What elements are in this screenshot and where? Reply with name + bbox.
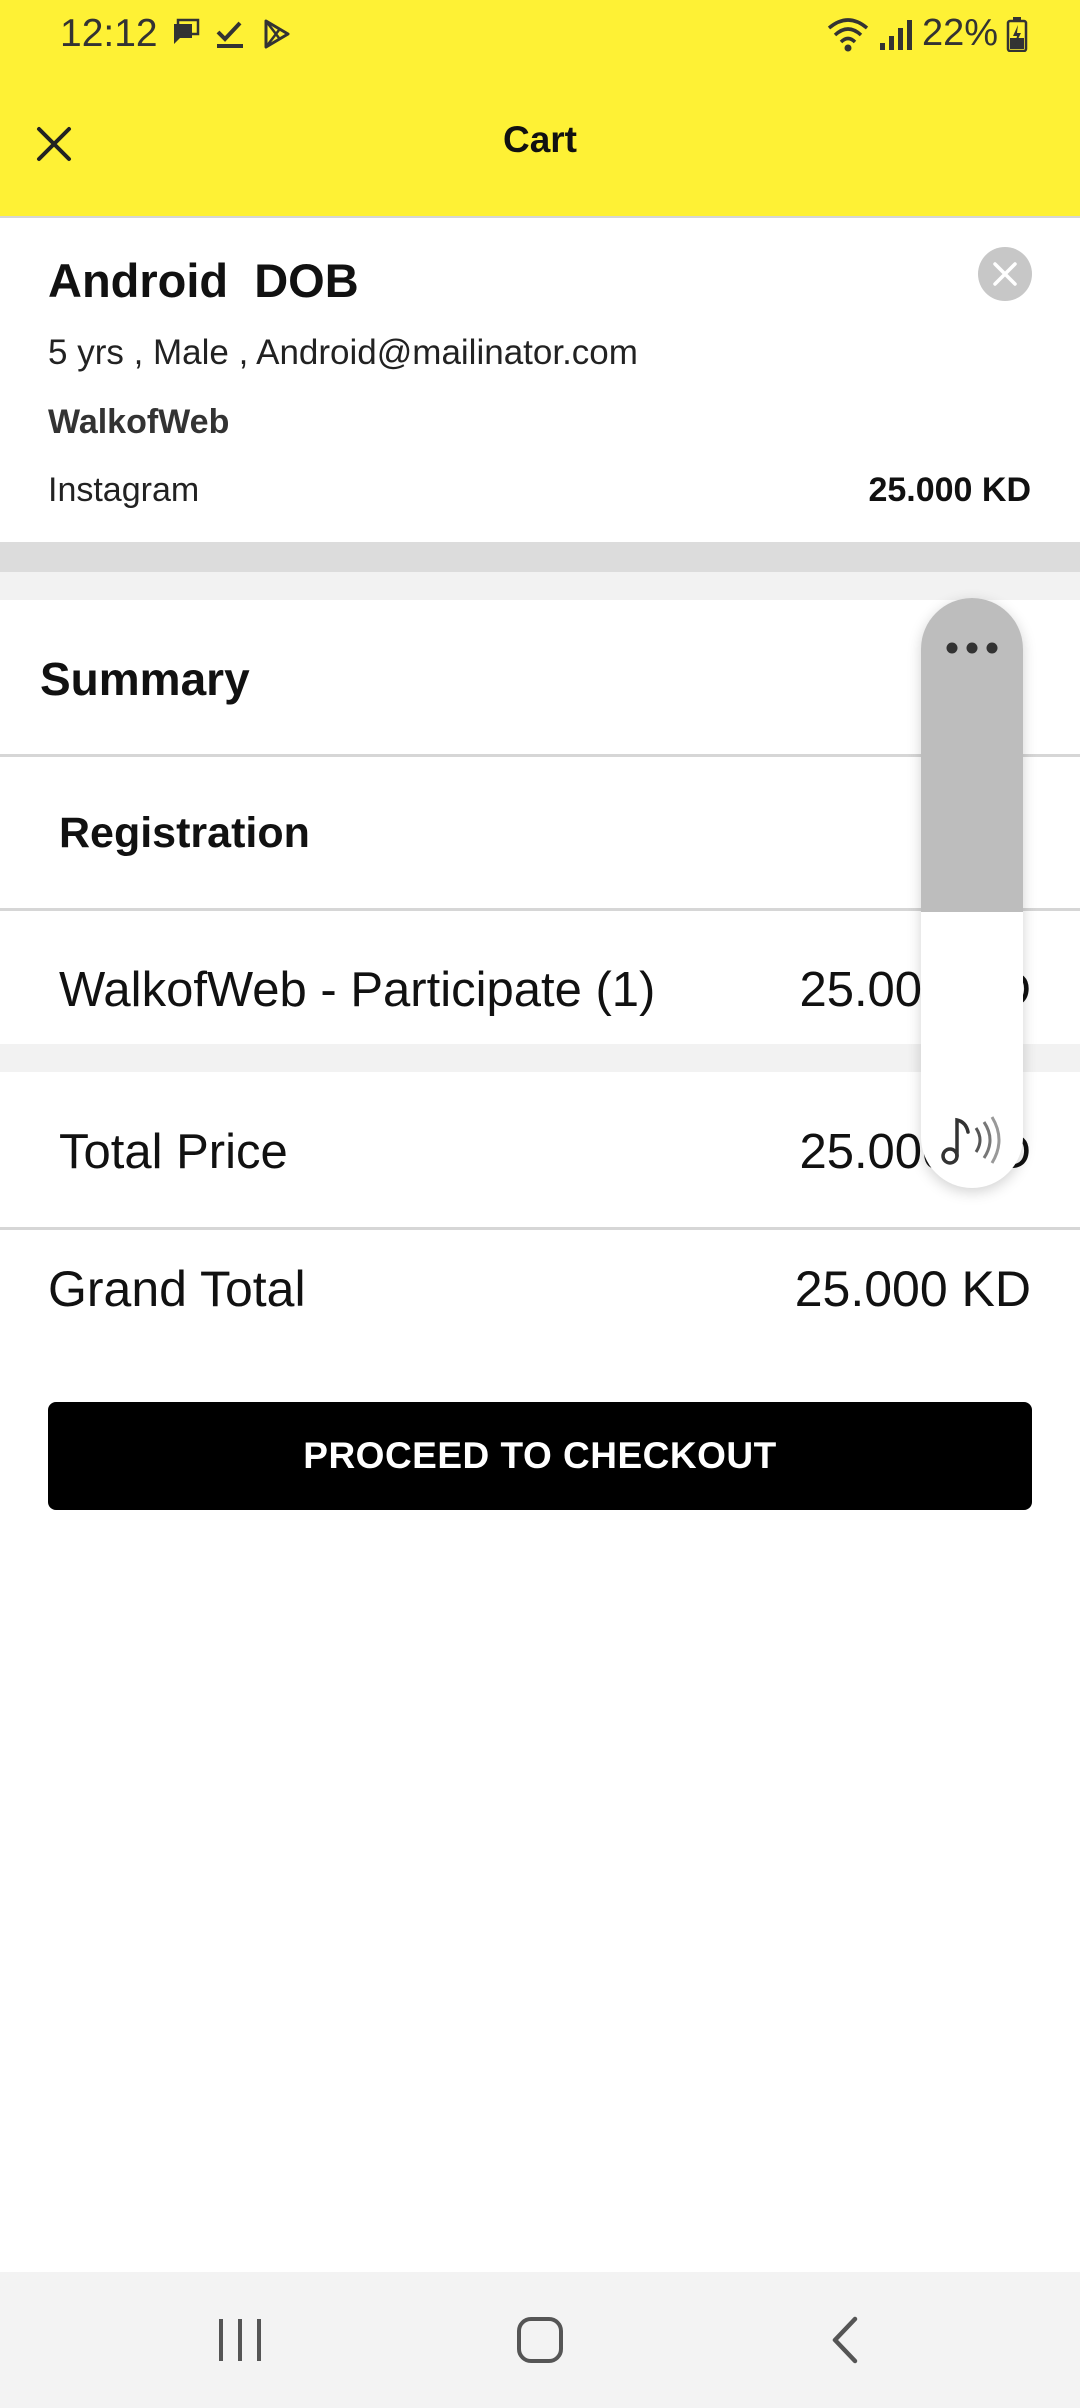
battery-percentage: 22%	[921, 12, 998, 54]
message-notification-icon	[174, 18, 200, 44]
app-bar: Cart	[0, 72, 1080, 216]
status-time: 12:12	[60, 12, 158, 55]
signal-icon	[879, 19, 912, 50]
section-divider-light	[0, 572, 1080, 600]
recents-button[interactable]	[190, 2300, 290, 2380]
task-notification-icon	[216, 21, 243, 48]
summary-heading: Summary	[40, 653, 250, 705]
line-item-label: WalkofWeb - Participate (1)	[59, 963, 656, 1017]
more-icon	[946, 642, 998, 654]
navigation-bar	[0, 2272, 1080, 2408]
ticket-price: 25.000 KD	[868, 471, 1031, 509]
home-icon	[517, 2317, 563, 2363]
back-button[interactable]	[795, 2300, 895, 2380]
section-divider	[0, 542, 1080, 572]
divider-line	[0, 908, 1080, 911]
ticket-name: Instagram	[48, 471, 200, 509]
registration-heading: Registration	[59, 809, 310, 857]
floating-sound-button[interactable]	[921, 1110, 1023, 1170]
remove-item-button[interactable]	[978, 247, 1032, 301]
proceed-to-checkout-button[interactable]: PROCEED TO CHECKOUT	[48, 1402, 1032, 1510]
top-bar: 12:12 22% Cart	[0, 0, 1080, 218]
status-indicators: 22%	[826, 12, 1028, 55]
floating-menu-button[interactable]	[921, 628, 1023, 668]
participant-name: Android DOB	[48, 254, 359, 307]
home-button[interactable]	[490, 2300, 590, 2380]
participant-details: 5 yrs , Male , Android@mailinator.com	[48, 333, 638, 372]
cart-item-card: Android DOB 5 yrs , Male , Android@maili…	[0, 220, 1080, 542]
remove-item-icon	[993, 262, 1017, 286]
recents-icon	[219, 2319, 261, 2361]
grand-total-value: 25.000 KD	[794, 1261, 1031, 1317]
summary-gap	[0, 1044, 1080, 1072]
play-store-notification-icon	[264, 19, 290, 49]
total-price-label: Total Price	[59, 1125, 288, 1179]
status-bar: 12:12 22%	[0, 0, 1080, 72]
page-title: Cart	[502, 119, 578, 160]
back-icon	[832, 2316, 858, 2364]
divider-line	[0, 754, 1080, 757]
grand-total-label: Grand Total	[48, 1261, 306, 1317]
wifi-icon	[827, 17, 869, 51]
cart-screen: 12:12 22% Cart Android DOB 5 yrs , Male …	[0, 0, 1080, 2408]
divider-line	[0, 1227, 1080, 1230]
battery-charging-icon	[1006, 16, 1028, 52]
status-notifications	[168, 18, 292, 50]
floating-side-panel[interactable]	[921, 598, 1023, 1188]
event-name: WalkofWeb	[48, 403, 230, 441]
sound-icon	[941, 1116, 1001, 1165]
